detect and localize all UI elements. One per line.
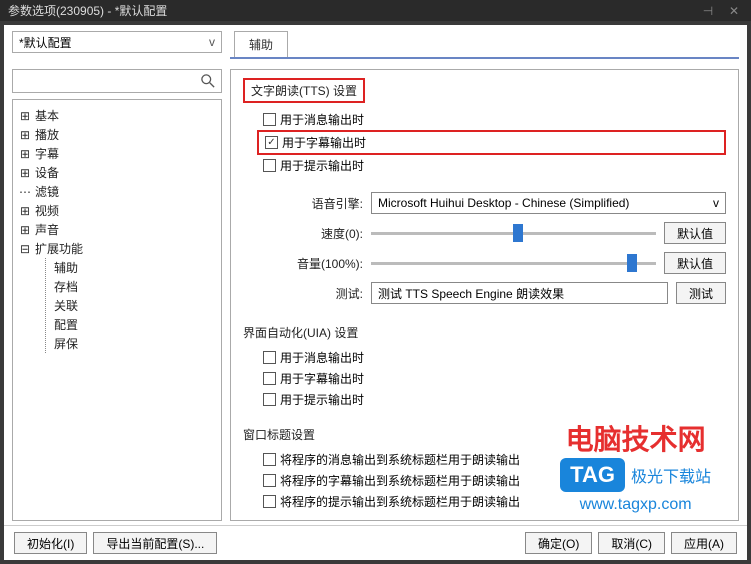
- expand-icon: ⋯: [19, 185, 31, 199]
- expand-icon[interactable]: ⊞: [19, 204, 31, 218]
- tree-sub-assoc[interactable]: 关联: [46, 296, 217, 315]
- chevron-down-icon: v: [713, 196, 719, 210]
- speed-slider[interactable]: [371, 222, 656, 244]
- checkbox-icon[interactable]: [263, 113, 276, 126]
- tree-sub-assist[interactable]: 辅助: [46, 258, 217, 277]
- ok-button[interactable]: 确定(O): [525, 532, 592, 554]
- checkbox-icon[interactable]: [263, 372, 276, 385]
- wt-check-message[interactable]: 将程序的消息输出到系统标题栏用于朗读输出: [263, 449, 726, 470]
- slider-thumb[interactable]: [513, 224, 523, 242]
- expand-icon[interactable]: ⊞: [19, 128, 31, 142]
- tab-assist[interactable]: 辅助: [234, 31, 288, 57]
- cancel-button[interactable]: 取消(C): [598, 532, 665, 554]
- wt-check-hint[interactable]: 将程序的提示输出到系统标题栏用于朗读输出: [263, 491, 726, 512]
- speed-default-button[interactable]: 默认值: [664, 222, 726, 244]
- test-button[interactable]: 测试: [676, 282, 726, 304]
- checkbox-icon[interactable]: [263, 159, 276, 172]
- config-dropdown[interactable]: *默认配置 v: [12, 31, 222, 53]
- uia-check-message[interactable]: 用于消息输出时: [263, 347, 726, 368]
- init-button[interactable]: 初始化(I): [14, 532, 87, 554]
- window-controls: ⊣ ✕: [699, 4, 743, 18]
- footer: 初始化(I) 导出当前配置(S)... 确定(O) 取消(C) 应用(A): [4, 525, 747, 560]
- checkbox-icon[interactable]: [263, 351, 276, 364]
- search-input[interactable]: [12, 69, 222, 93]
- export-button[interactable]: 导出当前配置(S)...: [93, 532, 217, 554]
- config-dropdown-label: *默认配置: [19, 34, 72, 51]
- tree-item-playback[interactable]: ⊞播放: [17, 125, 217, 144]
- volume-label: 音量(100%):: [243, 255, 363, 272]
- volume-slider[interactable]: [371, 252, 656, 274]
- pin-icon[interactable]: ⊣: [699, 4, 717, 18]
- chevron-down-icon: v: [209, 35, 215, 49]
- window-title: 参数选项(230905) - *默认配置: [8, 2, 167, 19]
- tts-section-title: 文字朗读(TTS) 设置: [243, 78, 365, 103]
- tree-item-device[interactable]: ⊞设备: [17, 163, 217, 182]
- tts-check-hint[interactable]: 用于提示输出时: [263, 155, 726, 176]
- tree-item-subtitle[interactable]: ⊞字幕: [17, 144, 217, 163]
- engine-select[interactable]: Microsoft Huihui Desktop - Chinese (Simp…: [371, 192, 726, 214]
- checkbox-checked-icon[interactable]: ✓: [265, 136, 278, 149]
- magnifier-icon: [201, 74, 215, 88]
- collapse-icon[interactable]: ⊟: [19, 242, 31, 256]
- uia-section-title: 界面自动化(UIA) 设置: [243, 324, 726, 341]
- test-label: 测试:: [243, 285, 363, 302]
- close-icon[interactable]: ✕: [725, 4, 743, 18]
- tree-sub-archive[interactable]: 存档: [46, 277, 217, 296]
- settings-panel: 文字朗读(TTS) 设置 用于消息输出时 ✓用于字幕输出时 用于提示输出时 语音…: [230, 69, 739, 521]
- tree-item-extensions[interactable]: ⊟扩展功能: [17, 239, 217, 258]
- checkbox-icon[interactable]: [263, 453, 276, 466]
- checkbox-icon[interactable]: [263, 474, 276, 487]
- test-input[interactable]: 测试 TTS Speech Engine 朗读效果: [371, 282, 668, 304]
- uia-check-subtitle[interactable]: 用于字幕输出时: [263, 368, 726, 389]
- expand-icon[interactable]: ⊞: [19, 223, 31, 237]
- volume-default-button[interactable]: 默认值: [664, 252, 726, 274]
- uia-check-hint[interactable]: 用于提示输出时: [263, 389, 726, 410]
- tree-item-basic[interactable]: ⊞基本: [17, 106, 217, 125]
- wintitle-section-title: 窗口标题设置: [243, 426, 726, 443]
- speed-label: 速度(0):: [243, 225, 363, 242]
- expand-icon[interactable]: ⊞: [19, 166, 31, 180]
- tab-bar: 辅助: [230, 31, 739, 59]
- titlebar: 参数选项(230905) - *默认配置 ⊣ ✕: [0, 0, 751, 21]
- engine-label: 语音引擎:: [243, 195, 363, 212]
- expand-icon[interactable]: ⊞: [19, 109, 31, 123]
- tree-item-filter[interactable]: ⋯滤镜: [17, 182, 217, 201]
- tree-sub-screensaver[interactable]: 屏保: [46, 334, 217, 353]
- checkbox-icon[interactable]: [263, 393, 276, 406]
- slider-thumb[interactable]: [627, 254, 637, 272]
- tree-sub-config[interactable]: 配置: [46, 315, 217, 334]
- tree-item-audio[interactable]: ⊞声音: [17, 220, 217, 239]
- checkbox-icon[interactable]: [263, 495, 276, 508]
- apply-button[interactable]: 应用(A): [671, 532, 737, 554]
- tree-item-video[interactable]: ⊞视频: [17, 201, 217, 220]
- tts-check-message[interactable]: 用于消息输出时: [263, 109, 726, 130]
- nav-tree: ⊞基本 ⊞播放 ⊞字幕 ⊞设备 ⋯滤镜 ⊞视频 ⊞声音 ⊟扩展功能 辅助 存档 …: [12, 99, 222, 521]
- wt-check-subtitle[interactable]: 将程序的字幕输出到系统标题栏用于朗读输出: [263, 470, 726, 491]
- expand-icon[interactable]: ⊞: [19, 147, 31, 161]
- tts-check-subtitle[interactable]: ✓用于字幕输出时: [257, 130, 726, 155]
